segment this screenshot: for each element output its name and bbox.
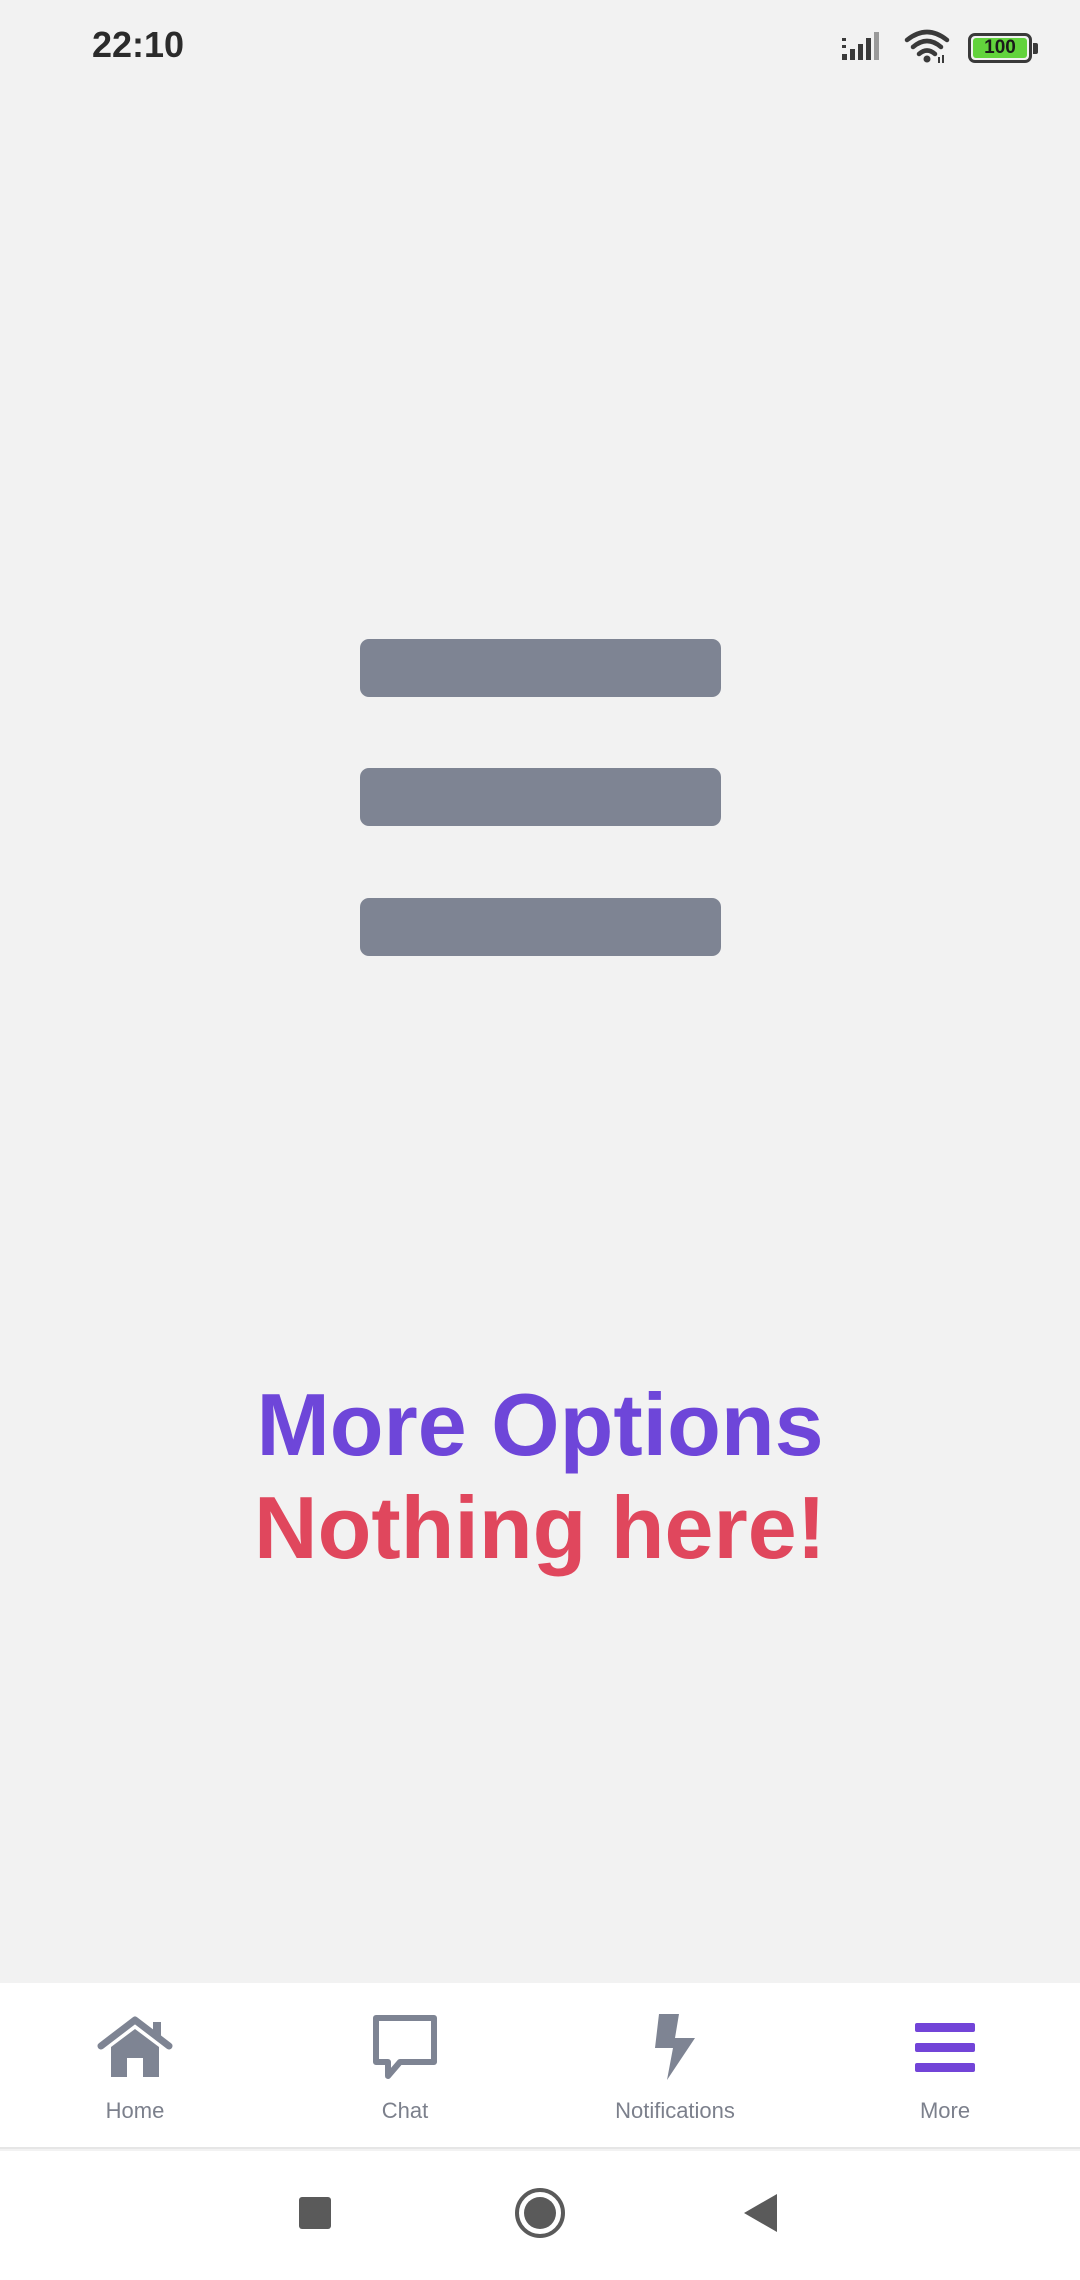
circle-icon: [514, 2187, 566, 2244]
status-bar: 22:10 100: [0, 0, 1080, 96]
nav-item-home[interactable]: Home: [0, 1983, 270, 2147]
back-triangle-icon: [741, 2192, 779, 2239]
battery-icon: 100: [968, 33, 1038, 63]
recents-button[interactable]: [280, 2151, 350, 2280]
chat-icon: [365, 2012, 445, 2082]
nav-item-chat[interactable]: Chat: [270, 1983, 540, 2147]
nav-item-notifications[interactable]: Notifications: [540, 1983, 810, 2147]
page-title: More Options: [256, 1375, 824, 1474]
menu-icon-bar-bottom: [360, 898, 721, 956]
system-navigation-bar: [0, 2151, 1080, 2280]
nav-label-notifications: Notifications: [615, 2098, 735, 2123]
wifi-icon: [904, 28, 950, 69]
status-icons: 100: [842, 26, 1038, 70]
bottom-navigation: Home Chat Notifications More: [0, 1983, 1080, 2149]
status-time: 22:10: [92, 24, 185, 65]
nav-label-more: More: [919, 2098, 971, 2123]
menu-icon: [905, 2012, 985, 2082]
empty-state-message: Nothing here!: [254, 1478, 826, 1577]
home-icon: [95, 2012, 175, 2082]
nav-label-chat: Chat: [381, 2098, 429, 2123]
battery-level: 100: [973, 37, 1027, 58]
more-options-screen: 22:10 100 More Options Nothing here! Hom…: [0, 0, 1080, 2280]
bolt-icon: [635, 2012, 715, 2082]
signal-icon: [842, 30, 886, 67]
square-icon: [297, 2195, 333, 2236]
nav-item-more[interactable]: More: [810, 1983, 1080, 2147]
back-button[interactable]: [725, 2151, 795, 2280]
home-button[interactable]: [505, 2151, 575, 2280]
menu-icon-bar-middle: [360, 768, 721, 826]
menu-icon-bar-top: [360, 639, 721, 697]
nav-label-home: Home: [105, 2098, 165, 2123]
